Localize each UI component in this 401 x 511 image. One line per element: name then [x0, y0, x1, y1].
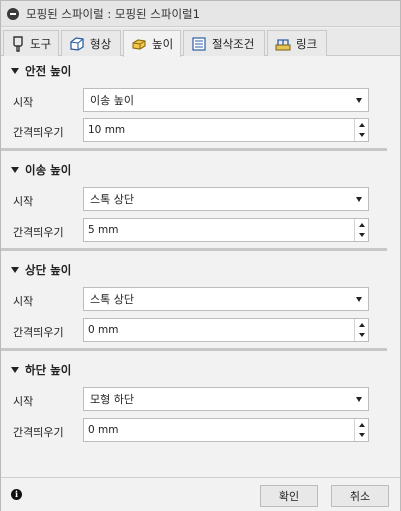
- spin-up-icon[interactable]: [359, 223, 365, 227]
- section-title: 하단 높이: [25, 363, 72, 377]
- dropdown-arrow-icon: [356, 297, 362, 302]
- tab-passes[interactable]: 절삭조건: [183, 30, 265, 56]
- section-clearance-header[interactable]: 안전 높이: [11, 63, 71, 79]
- spin-down-icon[interactable]: [359, 133, 365, 137]
- spin-down-icon[interactable]: [359, 333, 365, 337]
- from-label: 시작: [13, 96, 34, 109]
- spin-down-icon[interactable]: [359, 233, 365, 237]
- tab-geometry[interactable]: 형상: [61, 30, 121, 56]
- input-value: 10 mm: [88, 124, 126, 136]
- passes-icon: [192, 36, 206, 51]
- offset-label: 간격띄우기: [13, 426, 64, 439]
- section-bottom-header[interactable]: 하단 높이: [11, 362, 71, 378]
- spin-down-icon[interactable]: [359, 433, 365, 437]
- tool-icon: [13, 35, 23, 52]
- collapse-triangle-icon: [11, 167, 19, 173]
- dropdown-arrow-icon: [356, 98, 362, 103]
- top-from-select[interactable]: 스톡 상단: [83, 287, 369, 311]
- tab-label: 높이: [152, 37, 174, 51]
- bottom-from-select[interactable]: 모형 하단: [83, 387, 369, 411]
- info-icon[interactable]: i: [11, 489, 22, 500]
- section-divider: [1, 148, 387, 151]
- section-top-header[interactable]: 상단 높이: [11, 262, 71, 278]
- select-value: 모형 하단: [90, 393, 134, 406]
- offset-label: 간격띄우기: [13, 326, 64, 339]
- tab-label: 절삭조건: [212, 36, 255, 51]
- spin-up-icon[interactable]: [359, 423, 365, 427]
- section-retract-header[interactable]: 이송 높이: [11, 162, 71, 178]
- top-offset-input[interactable]: 0 mm: [83, 318, 369, 342]
- retract-from-select[interactable]: 스톡 상단: [83, 187, 369, 211]
- collapse-triangle-icon: [11, 367, 19, 373]
- ok-button[interactable]: 확인: [260, 485, 318, 507]
- clearance-from-select[interactable]: 이송 높이: [83, 88, 369, 112]
- dialog-title: 모핑된 스파이럴 : 모핑된 스파이럴1: [26, 6, 200, 21]
- dialog-footer: i 확인 취소: [1, 477, 400, 511]
- spinner-buttons[interactable]: [354, 319, 368, 341]
- input-value: 0 mm: [88, 324, 119, 336]
- tab-label: 형상: [90, 36, 112, 51]
- spin-up-icon[interactable]: [359, 323, 365, 327]
- section-title: 상단 높이: [25, 263, 72, 277]
- bottom-offset-input[interactable]: 0 mm: [83, 418, 369, 442]
- select-value: 스톡 상단: [90, 193, 134, 206]
- spinner-buttons[interactable]: [354, 419, 368, 441]
- collapse-triangle-icon: [11, 68, 19, 74]
- select-value: 스톡 상단: [90, 293, 134, 306]
- dialog-window: 모핑된 스파이럴 : 모핑된 스파이럴1 도구 형상 높이 절삭조건 링크 안전…: [0, 0, 401, 511]
- retract-offset-input[interactable]: 5 mm: [83, 218, 369, 242]
- offset-label: 간격띄우기: [13, 226, 64, 239]
- section-title: 안전 높이: [25, 64, 72, 78]
- spin-up-icon[interactable]: [359, 123, 365, 127]
- title-bar: 모핑된 스파이럴 : 모핑된 스파이럴1: [1, 1, 400, 27]
- cancel-button[interactable]: 취소: [331, 485, 389, 507]
- tab-bar: 도구 형상 높이 절삭조건 링크: [1, 28, 400, 57]
- tab-heights[interactable]: 높이: [123, 30, 181, 57]
- from-label: 시작: [13, 295, 34, 308]
- dropdown-arrow-icon: [356, 397, 362, 402]
- section-divider: [1, 348, 387, 351]
- collapse-triangle-icon: [11, 267, 19, 273]
- offset-label: 간격띄우기: [13, 126, 64, 139]
- select-value: 이송 높이: [90, 94, 134, 107]
- linking-icon: [275, 38, 291, 50]
- collapse-icon[interactable]: [7, 7, 19, 20]
- tab-label: 도구: [30, 36, 52, 51]
- from-label: 시작: [13, 395, 34, 408]
- from-label: 시작: [13, 195, 34, 208]
- tab-label: 링크: [296, 36, 318, 51]
- geometry-icon: [70, 36, 84, 51]
- section-divider: [1, 248, 387, 251]
- input-value: 5 mm: [88, 224, 119, 236]
- heights-icon: [132, 39, 146, 50]
- input-value: 0 mm: [88, 424, 119, 436]
- section-title: 이송 높이: [25, 163, 72, 177]
- tab-linking[interactable]: 링크: [267, 30, 327, 56]
- dropdown-arrow-icon: [356, 197, 362, 202]
- clearance-offset-input[interactable]: 10 mm: [83, 118, 369, 142]
- tab-tool[interactable]: 도구: [3, 30, 59, 56]
- spinner-buttons[interactable]: [354, 219, 368, 241]
- spinner-buttons[interactable]: [354, 119, 368, 141]
